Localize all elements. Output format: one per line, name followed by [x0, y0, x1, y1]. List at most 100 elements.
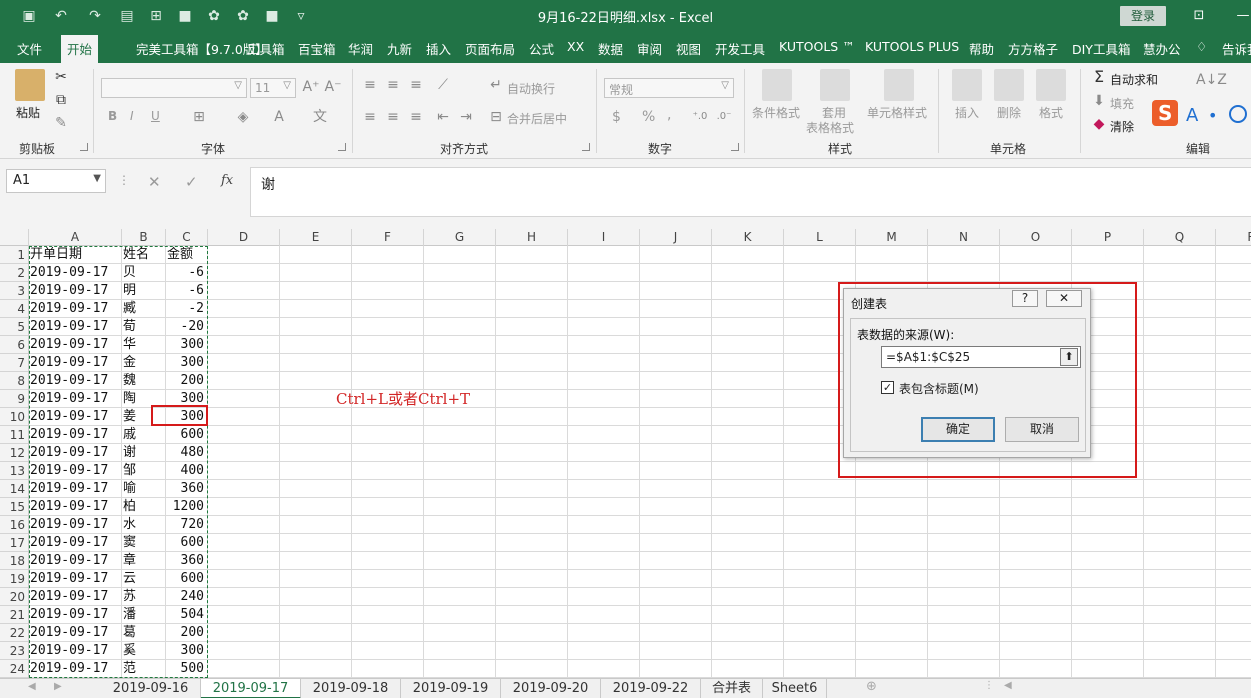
- table-cell[interactable]: 谢: [123, 444, 164, 462]
- header-cell[interactable]: 开单日期: [30, 246, 120, 264]
- table-cell[interactable]: 400: [167, 462, 206, 480]
- format-cells-button[interactable]: 格式: [1039, 104, 1063, 121]
- fill-color-icon[interactable]: ◈: [234, 108, 252, 126]
- copy-icon[interactable]: ⧉: [52, 91, 70, 109]
- column-header-i[interactable]: I: [568, 229, 640, 246]
- column-header-j[interactable]: J: [640, 229, 712, 246]
- delete-cells-button[interactable]: 删除: [997, 104, 1021, 121]
- table-cell[interactable]: 华: [123, 336, 164, 354]
- row-header-10[interactable]: 10: [0, 408, 28, 426]
- table-cell[interactable]: 600: [167, 534, 206, 552]
- tab-developer[interactable]: 开发工具: [715, 39, 765, 58]
- column-header-c[interactable]: C: [166, 229, 208, 246]
- table-cell[interactable]: 2019-09-17: [30, 444, 120, 462]
- orientation-icon[interactable]: ⟋: [434, 76, 452, 94]
- header-cell[interactable]: 姓名: [123, 246, 164, 264]
- table-cell[interactable]: 300: [167, 336, 206, 354]
- table-cell[interactable]: 360: [167, 552, 206, 570]
- prev-sheet-icon[interactable]: ◀: [28, 681, 36, 692]
- tab-view[interactable]: 视图: [676, 39, 701, 58]
- table-cell[interactable]: 2019-09-17: [30, 390, 120, 408]
- tab-huibangong[interactable]: 慧办公: [1143, 39, 1181, 58]
- currency-button[interactable]: $: [612, 109, 621, 125]
- tab-review[interactable]: 审阅: [637, 39, 662, 58]
- tab-help[interactable]: 帮助: [969, 39, 994, 58]
- number-launcher-icon[interactable]: [731, 143, 739, 151]
- table-cell[interactable]: 2019-09-17: [30, 264, 120, 282]
- insert-cells-icon[interactable]: [952, 69, 982, 101]
- insert-cells-button[interactable]: 插入: [955, 104, 979, 121]
- add-sheet-icon[interactable]: ⊕: [866, 679, 877, 694]
- row-header-22[interactable]: 22: [0, 624, 28, 642]
- table-cell[interactable]: 300: [167, 354, 206, 372]
- tab-jiuxin[interactable]: 九新: [387, 39, 412, 58]
- minimize-icon[interactable]: —: [1230, 6, 1251, 26]
- table-cell[interactable]: 2019-09-17: [30, 660, 120, 678]
- name-box[interactable]: A1 ▼: [6, 169, 106, 193]
- format-cells-icon[interactable]: [1036, 69, 1066, 101]
- format-as-table-icon[interactable]: [820, 69, 850, 101]
- column-header-m[interactable]: M: [856, 229, 928, 246]
- table-cell[interactable]: 潘: [123, 606, 164, 624]
- table-cell[interactable]: 2019-09-17: [30, 516, 120, 534]
- tab-fangfang[interactable]: 方方格子: [1008, 39, 1058, 58]
- increase-decimal-icon[interactable]: ⁺.0: [690, 108, 710, 126]
- bold-button[interactable]: B: [108, 109, 117, 123]
- fill-button[interactable]: 填充: [1110, 95, 1134, 112]
- table-cell[interactable]: 300: [167, 642, 206, 660]
- row-header-3[interactable]: 3: [0, 282, 28, 300]
- table-cell[interactable]: 水: [123, 516, 164, 534]
- decrease-indent-icon[interactable]: ⇤: [434, 108, 452, 126]
- column-header-d[interactable]: D: [208, 229, 280, 246]
- wrap-text-button[interactable]: 自动换行: [507, 80, 555, 97]
- tab-treasure[interactable]: 百宝箱: [298, 39, 336, 58]
- table-cell[interactable]: 2019-09-17: [30, 498, 120, 516]
- tab-xx[interactable]: XX: [567, 39, 584, 54]
- table-cell[interactable]: 2019-09-17: [30, 624, 120, 642]
- row-header-4[interactable]: 4: [0, 300, 28, 318]
- merge-center-button[interactable]: 合并后居中: [507, 110, 567, 127]
- delete-cells-icon[interactable]: [994, 69, 1024, 101]
- table-cell[interactable]: 500: [167, 660, 206, 678]
- table-cell[interactable]: 2019-09-17: [30, 318, 120, 336]
- tab-split-icon[interactable]: ⋮: [984, 680, 994, 691]
- table-cell[interactable]: -2: [167, 300, 206, 318]
- next-sheet-icon[interactable]: ▶: [54, 681, 62, 692]
- table-cell[interactable]: 2019-09-17: [30, 570, 120, 588]
- table-cell[interactable]: 2019-09-17: [30, 642, 120, 660]
- align-right-icon[interactable]: ≡: [407, 108, 425, 126]
- italic-button[interactable]: I: [130, 109, 134, 123]
- cancel-entry-icon[interactable]: ✕: [148, 173, 161, 191]
- font-color-icon[interactable]: A: [270, 108, 288, 126]
- table-cell[interactable]: 章: [123, 552, 164, 570]
- align-center-icon[interactable]: ≡: [384, 108, 402, 126]
- tab-file[interactable]: 文件: [17, 39, 42, 58]
- collapse-dialog-icon[interactable]: ⬆: [1060, 348, 1078, 366]
- row-header-19[interactable]: 19: [0, 570, 28, 588]
- row-header-23[interactable]: 23: [0, 642, 28, 660]
- table-cell[interactable]: 云: [123, 570, 164, 588]
- conditional-format-button[interactable]: 条件格式: [752, 104, 800, 121]
- font-launcher-icon[interactable]: [338, 143, 346, 151]
- row-header-11[interactable]: 11: [0, 426, 28, 444]
- cell-styles-button[interactable]: 单元格样式: [867, 104, 927, 121]
- row-header-7[interactable]: 7: [0, 354, 28, 372]
- table-cell[interactable]: 明: [123, 282, 164, 300]
- align-left-icon[interactable]: ≡: [361, 108, 379, 126]
- table-cell[interactable]: 200: [167, 372, 206, 390]
- sigma-icon[interactable]: Σ: [1090, 68, 1108, 86]
- borders-icon[interactable]: ⊞: [190, 108, 208, 126]
- row-header-24[interactable]: 24: [0, 660, 28, 678]
- tab-diy-toolbox[interactable]: DIY工具箱: [1072, 39, 1130, 58]
- dialog-help-button[interactable]: ?: [1012, 290, 1038, 307]
- row-header-8[interactable]: 8: [0, 372, 28, 390]
- range-input[interactable]: =$A$1:$C$25 ⬆: [881, 346, 1081, 368]
- autosum-button[interactable]: 自动求和: [1110, 71, 1158, 88]
- decrease-decimal-icon[interactable]: .0⁻: [714, 108, 734, 126]
- table-cell[interactable]: 2019-09-17: [30, 336, 120, 354]
- tab-home[interactable]: 开始: [61, 35, 99, 65]
- has-headers-label[interactable]: 表包含标题(M): [899, 380, 979, 397]
- table-cell[interactable]: 720: [167, 516, 206, 534]
- row-header-17[interactable]: 17: [0, 534, 28, 552]
- row-header-13[interactable]: 13: [0, 462, 28, 480]
